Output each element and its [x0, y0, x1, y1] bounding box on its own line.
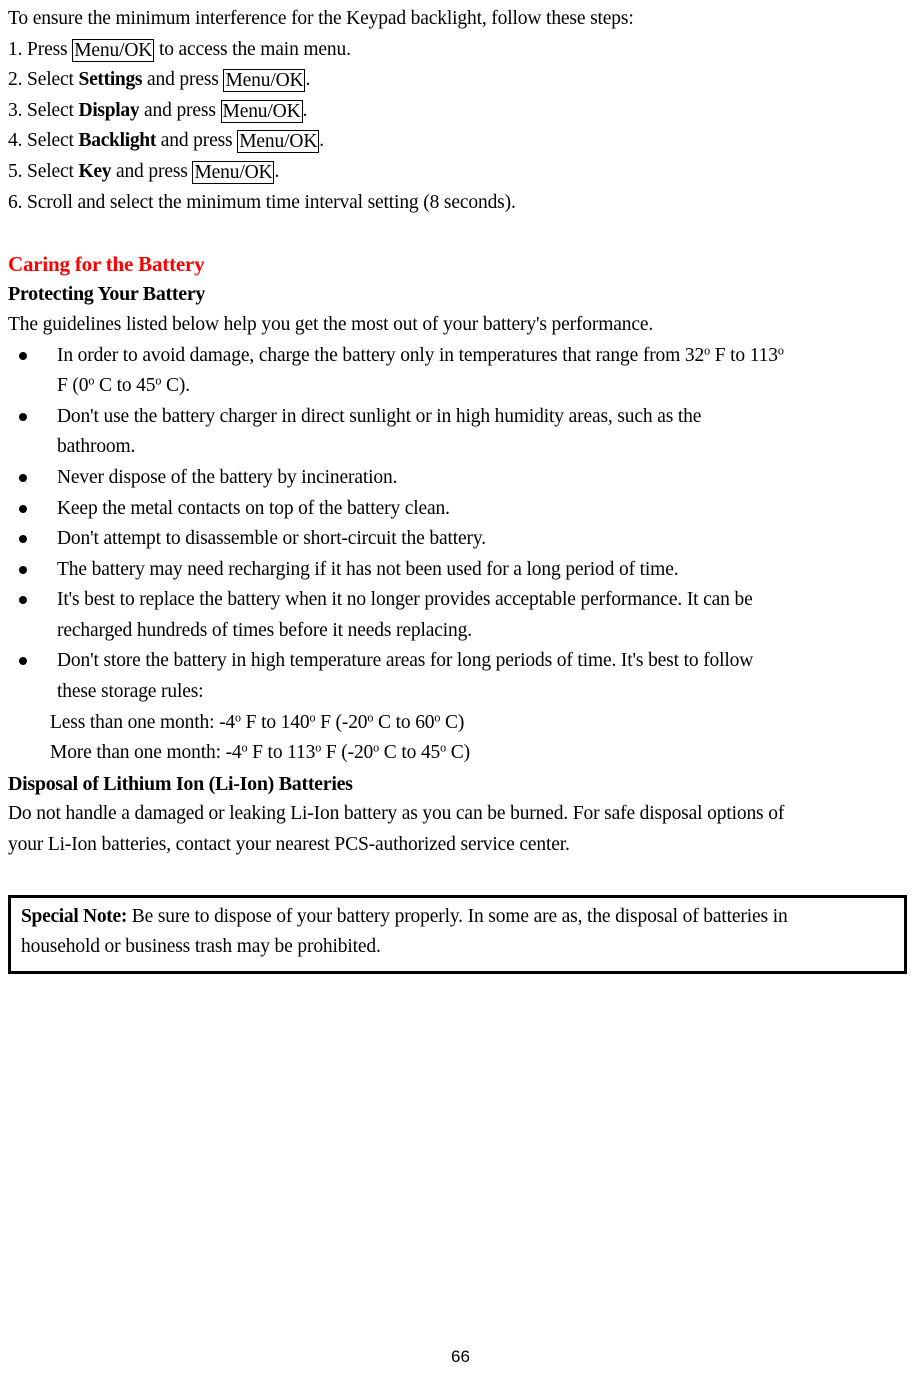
step-5-prefix: 5. Select [8, 160, 79, 182]
storage-rule-text: C to 60 [373, 711, 435, 733]
bullet-dot-icon [19, 351, 27, 360]
storage-rule-text: F to 140 [240, 711, 310, 733]
storage-rule-text: F (-20 [315, 711, 368, 733]
step-4: 4. Select Backlight and press Menu/OK. [8, 126, 907, 157]
step-1-prefix: 1. Press [8, 38, 73, 60]
keycap-menu-ok[interactable]: Menu/OK [192, 160, 275, 185]
list-item-line: bathroom. [57, 436, 136, 458]
step-4-tail: . [319, 130, 324, 152]
step-3-prefix: 3. Select [8, 99, 79, 121]
list-item-line: F (0o C to 45o C). [57, 371, 907, 402]
storage-rule-less-than-one-month: Less than one month: -4o F to 140o F (-2… [8, 708, 907, 739]
storage-rule-text: F (-20 [321, 742, 374, 764]
bullet-dot-icon [19, 565, 27, 574]
special-note-box: Special Note: Be sure to dispose of your… [8, 894, 907, 974]
list-item-line: The battery may need recharging if it ha… [57, 558, 679, 580]
document-page: To ensure the minimum interference for t… [0, 0, 921, 1397]
list-item-text: F (0 [57, 375, 89, 397]
subheading-disposal-of-lithium-ion-batteries: Disposal of Lithium Ion (Li-Ion) Batteri… [8, 772, 353, 795]
step-2-mid: and press [142, 69, 224, 91]
storage-rule-label: Less than one month: -4 [50, 711, 236, 733]
storage-rule-more-than-one-month: More than one month: -4o F to 113o F (-2… [8, 738, 907, 769]
list-item: Don't attempt to disassemble or short-ci… [8, 524, 907, 555]
disposal-paragraph-line-1: Do not handle a damaged or leaking Li-Io… [8, 803, 785, 825]
step-3-mid: and press [139, 99, 221, 121]
step-5: 5. Select Key and press Menu/OK. [8, 157, 907, 188]
step-5-mid: and press [111, 160, 193, 182]
special-note-label: Special Note: [21, 905, 128, 927]
keycap-menu-ok[interactable]: Menu/OK [220, 99, 303, 123]
list-item-line: Don't attempt to disassemble or short-ci… [57, 528, 486, 550]
storage-rule-text: C) [440, 711, 465, 733]
guidelines-intro: The guidelines listed below help you get… [8, 313, 654, 335]
list-item-line: Keep the metal contacts on top of the ba… [57, 497, 450, 519]
intro-paragraph: To ensure the minimum interference for t… [8, 8, 634, 29]
step-3: 3. Select Display and press Menu/OK. [8, 96, 907, 127]
step-5-tail: . [274, 160, 280, 182]
list-item-line: recharged hundreds of times before it ne… [57, 619, 472, 641]
bullet-dot-icon [19, 596, 27, 605]
step-4-bold-term: Backlight [78, 130, 157, 152]
list-item-line: these storage rules: [57, 681, 204, 703]
bullet-dot-icon [19, 657, 27, 666]
step-2: 2. Select Settings and press Menu/OK. [8, 65, 907, 96]
step-4-prefix: 4. Select [8, 130, 79, 152]
step-2-bold-term: Settings [78, 69, 143, 91]
section-heading-caring-for-the-battery: Caring for the Battery [8, 251, 205, 276]
step-1: 1. Press Menu/OK to access the main menu… [8, 35, 907, 66]
bullet-dot-icon [19, 535, 27, 544]
list-item: Don't use the battery charger in direct … [8, 402, 907, 463]
bullet-dot-icon [19, 473, 27, 482]
special-note-line-1: Special Note: Be sure to dispose of your… [21, 902, 894, 933]
step-4-mid: and press [156, 130, 238, 152]
list-item: In order to avoid damage, charge the bat… [8, 341, 907, 402]
list-item-line: Don't store the battery in high temperat… [57, 650, 754, 672]
step-2-prefix: 2. Select [8, 69, 79, 91]
step-3-bold-term: Display [78, 99, 140, 121]
special-note-text: Be sure to dispose of your battery prope… [127, 905, 788, 927]
disposal-paragraph-line-2: your Li-Ion batteries, contact your near… [8, 834, 570, 856]
storage-rule-text: C) [446, 742, 470, 764]
list-item-text: In order to avoid damage, charge the bat… [57, 344, 705, 366]
list-item-line: It's best to replace the battery when it… [57, 589, 753, 611]
bullet-dot-icon [19, 412, 27, 421]
special-note-line-2: household or business trash may be prohi… [21, 936, 381, 958]
bullet-dot-icon [19, 504, 27, 513]
list-item: It's best to replace the battery when it… [8, 585, 907, 646]
step-2-tail: . [305, 69, 311, 91]
list-item: Never dispose of the battery by incinera… [8, 463, 907, 494]
list-item-text: C). [161, 375, 190, 397]
step-6: 6. Scroll and select the minimum time in… [8, 191, 516, 213]
battery-care-bullet-list: In order to avoid damage, charge the bat… [8, 341, 907, 708]
list-item-line: In order to avoid damage, charge the bat… [57, 341, 907, 372]
storage-rule-label: More than one month: -4 [50, 742, 242, 764]
list-item-text: C to 45 [94, 375, 156, 397]
storage-rule-text: F to 113 [247, 742, 316, 764]
list-item: Don't store the battery in high temperat… [8, 646, 907, 707]
list-item-line: Never dispose of the battery by incinera… [57, 466, 398, 488]
keycap-menu-ok[interactable]: Menu/OK [223, 69, 306, 93]
page-number: 66 [451, 1347, 470, 1366]
step-3-tail: . [302, 99, 308, 121]
subheading-protecting-your-battery: Protecting Your Battery [8, 283, 206, 306]
storage-rule-text: C to 45 [379, 742, 441, 764]
list-item: The battery may need recharging if it ha… [8, 555, 907, 586]
degree-superscript: o [777, 343, 784, 358]
keycap-menu-ok[interactable]: Menu/OK [72, 38, 155, 62]
list-item-text: F to 113 [709, 344, 778, 366]
keycap-menu-ok[interactable]: Menu/OK [237, 130, 320, 154]
step-1-tail: to access the main menu. [154, 38, 351, 60]
list-item-line: Don't use the battery charger in direct … [57, 405, 702, 427]
list-item: Keep the metal contacts on top of the ba… [8, 494, 907, 525]
step-5-bold-term: Key [78, 160, 112, 182]
